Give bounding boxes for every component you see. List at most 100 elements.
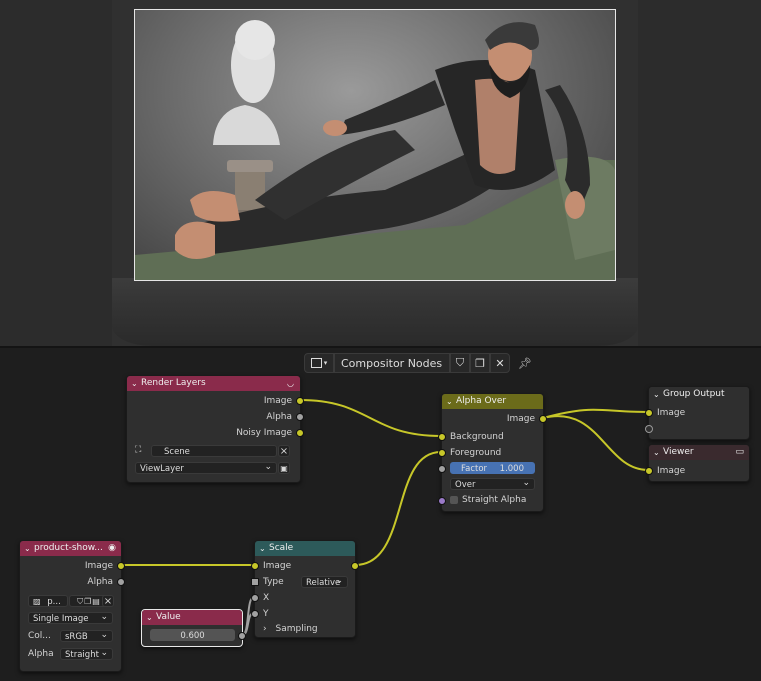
type-label: Type — [263, 577, 284, 587]
socket-groupoutput-image[interactable] — [645, 409, 653, 417]
image-node-header[interactable]: ⌄ product-show... ◉ — [20, 541, 121, 556]
unlink-button[interactable]: ✕ — [490, 353, 510, 373]
alpha-over-header[interactable]: ⌄ Alpha Over — [442, 394, 543, 409]
factor-slider[interactable]: Factor 1.000 — [450, 462, 535, 474]
value-header[interactable]: ⌄ Value — [142, 610, 242, 625]
colorspace-label: Col... — [28, 631, 51, 641]
render-icon: ◡ — [287, 379, 294, 388]
output-label: Noisy Image — [236, 428, 292, 438]
scale-type-dropdown[interactable]: Relative — [301, 576, 348, 588]
socket-alphaover-background[interactable] — [438, 433, 446, 441]
image-browse-field[interactable]: ▨ p... — [28, 595, 68, 607]
output-label: Alpha — [87, 577, 113, 587]
close-icon: × — [279, 446, 289, 457]
node-tree-header: ▾ Compositor Nodes ⛉ ❐ ✕ 📌︎ — [304, 352, 536, 374]
alpha-over-node[interactable]: ⌄ Alpha Over Image Background Foreground… — [441, 393, 544, 512]
browse-node-tree-button[interactable]: ▾ — [304, 353, 334, 373]
render-illustration — [135, 20, 615, 280]
blend-mode-value: Over — [455, 480, 476, 490]
backdrop-right-margin — [638, 0, 761, 346]
input-label: Image — [657, 466, 686, 476]
image-source-value: Single Image — [33, 614, 89, 624]
pin-icon: 📌︎ — [518, 356, 532, 370]
node-title: Alpha Over — [456, 396, 507, 406]
scale-type-value: Relative — [306, 578, 341, 588]
image-unlink-button[interactable]: × — [102, 595, 114, 607]
socket-image-image-out[interactable] — [117, 562, 125, 570]
input-label: Image — [263, 561, 292, 571]
socket-alphaover-factor[interactable] — [438, 465, 446, 473]
socket-render-noisy-image[interactable] — [296, 429, 304, 437]
socket-render-image[interactable] — [296, 397, 304, 405]
folder-icon: ▤ — [92, 597, 101, 606]
render-layer-button[interactable]: ▣ — [278, 462, 290, 474]
node-tree-name-field[interactable]: Compositor Nodes — [334, 353, 450, 373]
socket-viewer-image[interactable] — [645, 467, 653, 475]
socket-render-alpha[interactable] — [296, 413, 304, 421]
image-node[interactable]: ⌄ product-show... ◉ Image Alpha ▨ p... ⛉… — [19, 540, 122, 672]
alpha-mode-dropdown[interactable]: Straight — [60, 648, 113, 660]
shield-icon: ⛉ — [455, 356, 465, 369]
output-label: Alpha — [266, 412, 292, 422]
chevron-down-icon[interactable]: ⌄ — [131, 376, 138, 391]
monitor-icon[interactable]: ▭ — [735, 445, 744, 460]
render-layers-header[interactable]: ⌄ Render Layers ◡ — [127, 376, 300, 391]
render-icon: ▣ — [280, 464, 288, 473]
colorspace-dropdown[interactable]: sRGB — [60, 630, 113, 642]
image-source-dropdown[interactable]: Single Image — [28, 612, 113, 624]
socket-alphaover-image-out[interactable] — [539, 415, 547, 423]
scale-header[interactable]: ⌄ Scale — [255, 541, 355, 556]
socket-alphaover-foreground[interactable] — [438, 449, 446, 457]
socket-groupoutput-empty[interactable] — [645, 425, 653, 433]
group-output-header[interactable]: ⌄ Group Output — [649, 387, 749, 402]
straight-alpha-label: Straight Alpha — [462, 495, 527, 505]
chevron-down-icon[interactable]: ⌄ — [146, 610, 153, 625]
straight-alpha-checkbox[interactable] — [450, 496, 458, 504]
duplicate-button[interactable]: ❐ — [470, 353, 490, 373]
pin-button[interactable]: 📌︎ — [514, 353, 536, 373]
render-preview-image — [134, 9, 616, 281]
view-layer-name: ViewLayer — [140, 464, 184, 474]
chevron-down-icon[interactable]: ⌄ — [653, 445, 660, 460]
output-label: Image — [506, 414, 535, 424]
node-title: product-show... — [34, 543, 103, 553]
chevron-down-icon[interactable]: ⌄ — [653, 387, 660, 402]
socket-scale-type[interactable] — [251, 578, 259, 586]
chevron-down-icon[interactable]: ⌄ — [259, 541, 266, 556]
close-icon: ✕ — [495, 356, 505, 370]
sampling-panel[interactable]: › Sampling — [263, 622, 318, 636]
socket-image-alpha-out[interactable] — [117, 578, 125, 586]
scale-node[interactable]: ⌄ Scale Image Type Relative X Y › Sampli… — [254, 540, 356, 638]
blend-mode-dropdown[interactable]: Over — [450, 478, 535, 490]
scene-icon[interactable]: ⛶ — [135, 445, 149, 457]
scene-field[interactable]: Scene — [151, 445, 277, 457]
output-label: Image — [263, 396, 292, 406]
factor-value: 1.000 — [499, 464, 524, 474]
factor-label: Factor — [461, 464, 488, 474]
alpha-mode-value: Straight — [65, 650, 99, 660]
scene-clear-button[interactable]: × — [278, 445, 290, 457]
chevron-down-icon[interactable]: ⌄ — [446, 394, 453, 409]
input-label: Image — [657, 408, 686, 418]
viewer-header[interactable]: ⌄ Viewer ▭ — [649, 445, 749, 460]
socket-value-out[interactable] — [238, 632, 246, 640]
group-output-node[interactable]: ⌄ Group Output Image — [648, 386, 750, 440]
compositor-backdrop — [0, 0, 761, 346]
socket-scale-image-out[interactable] — [351, 562, 359, 570]
socket-scale-image-in[interactable] — [251, 562, 259, 570]
value-field[interactable]: 0.600 — [150, 629, 235, 641]
socket-scale-y[interactable] — [251, 610, 259, 618]
view-layer-dropdown[interactable]: ViewLayer — [135, 462, 277, 474]
backdrop-left-margin — [0, 0, 112, 346]
input-label: X — [263, 593, 270, 603]
viewer-node[interactable]: ⌄ Viewer ▭ Image — [648, 444, 750, 482]
value-node[interactable]: ⌄ Value 0.600 — [141, 609, 243, 647]
fake-user-button[interactable]: ⛉ — [450, 353, 470, 373]
value-number: 0.600 — [180, 631, 205, 641]
socket-scale-x[interactable] — [251, 594, 259, 602]
chevron-right-icon: › — [263, 624, 267, 634]
chevron-down-icon[interactable]: ⌄ — [24, 541, 31, 556]
eye-icon[interactable]: ◉ — [108, 541, 116, 556]
render-layers-node[interactable]: ⌄ Render Layers ◡ Image Alpha Noisy Imag… — [126, 375, 301, 483]
socket-alphaover-straight-alpha[interactable] — [438, 497, 446, 505]
